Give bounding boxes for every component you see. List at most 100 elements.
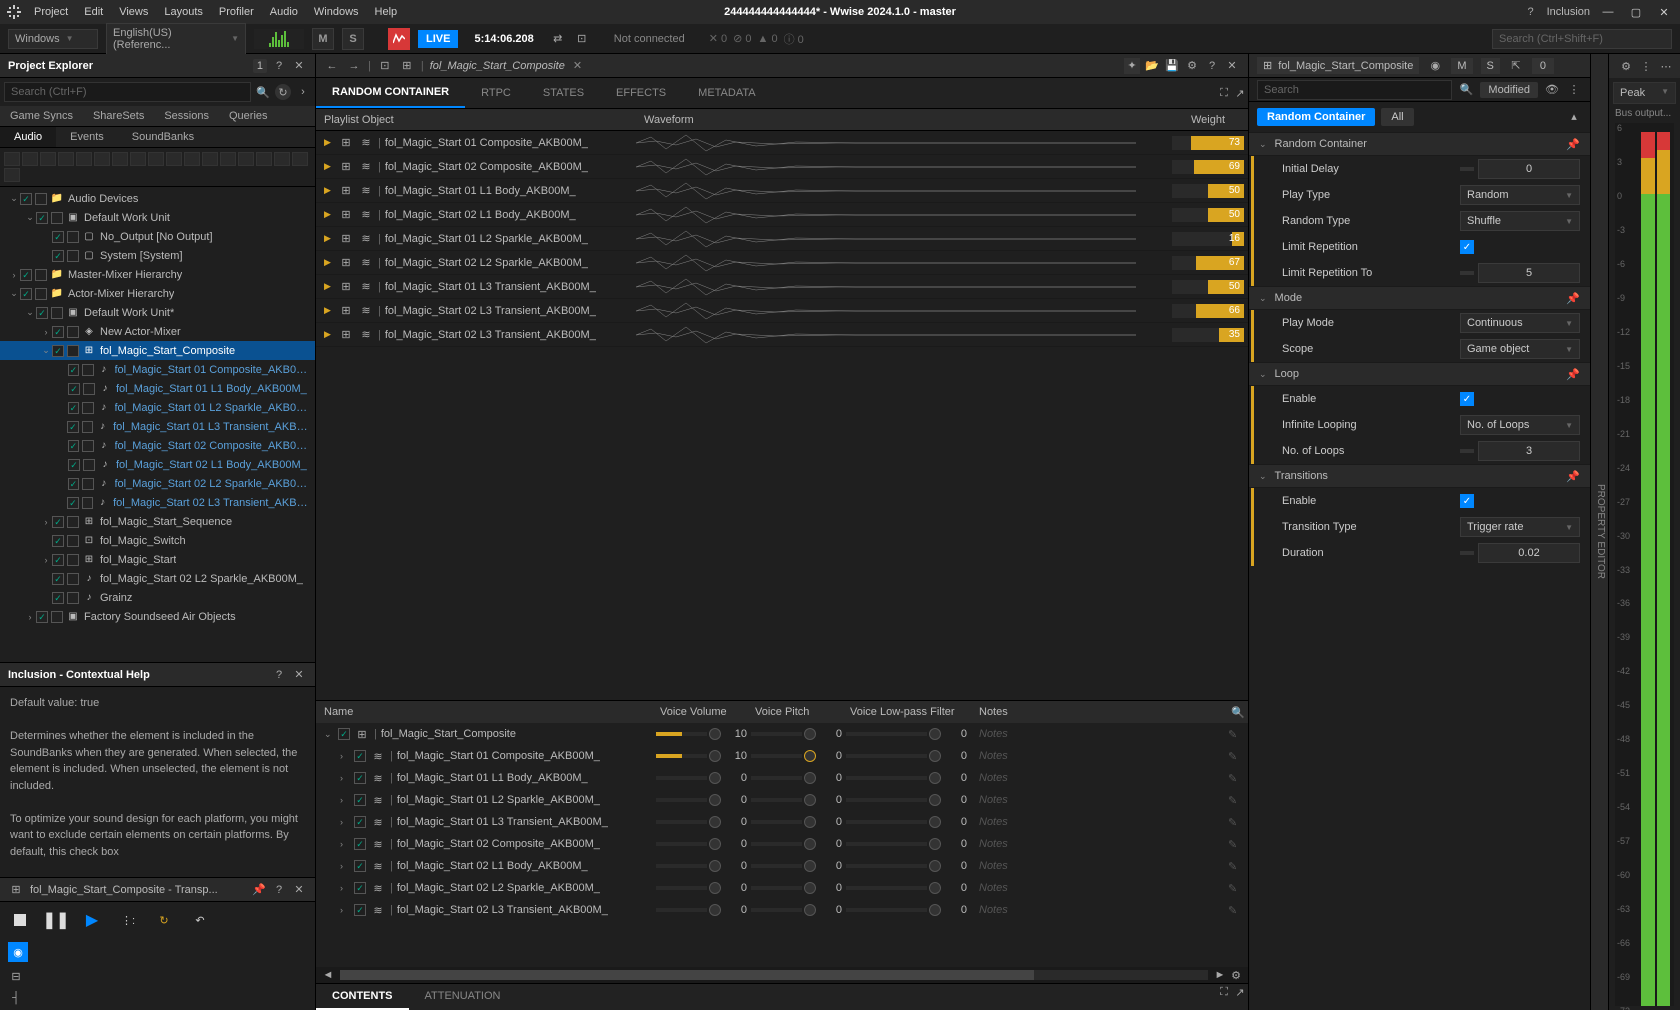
pin-icon[interactable]: 📌 [1566,292,1580,305]
secondary-checkbox[interactable] [82,402,94,414]
edit-icon[interactable]: ✎ [1228,728,1248,741]
inclusion-checkbox[interactable] [52,326,64,338]
prop-value[interactable]: 0.02 [1478,543,1580,563]
contents-row[interactable]: ›✓≋|fol_Magic_Start 01 L2 Sparkle_AKB00M… [316,789,1248,811]
inclusion-checkbox[interactable] [52,231,64,243]
property-editor-vtab[interactable]: PROPERTY EDITOR [1590,54,1608,1010]
secondary-checkbox[interactable] [35,269,47,281]
inclusion-checkbox[interactable] [52,516,64,528]
foot-tab-attenuation[interactable]: ATTENUATION [409,984,517,1010]
category-all[interactable]: All [1381,108,1413,126]
pitch-knob[interactable] [804,750,816,762]
inclusion-checkbox[interactable]: ✓ [354,772,366,784]
tree-row[interactable]: ⌄▣Default Work Unit [0,208,315,227]
tab-game-syncs[interactable]: Game Syncs [0,106,83,126]
collapse-icon[interactable]: ▴ [1566,108,1582,124]
mute-button[interactable]: M [312,28,334,50]
pitch-value[interactable]: 0 [818,816,846,828]
tree-row[interactable]: ♪fol_Magic_Start 02 L1 Body_AKB00M_ [0,455,315,474]
lowpass-knob[interactable] [929,904,941,916]
inclusion-checkbox[interactable] [68,459,80,471]
inclusion-checkbox[interactable] [52,345,64,357]
states-icon[interactable]: ⊟ [8,968,24,984]
save-icon[interactable]: 💾 [1164,58,1180,74]
pin-icon[interactable]: 📌 [1566,368,1580,381]
secondary-checkbox[interactable] [51,611,63,623]
category-random-container[interactable]: Random Container [1257,108,1375,126]
gear-icon[interactable]: ⚙ [1228,967,1244,983]
prop-select[interactable]: No. of Loops▼ [1460,415,1580,435]
prop-section-header[interactable]: ⌄Random Container📌 [1249,132,1590,156]
menu-audio[interactable]: Audio [262,3,306,21]
secondary-checkbox[interactable] [83,459,95,471]
secondary-checkbox[interactable] [67,573,79,585]
hierarchy-icon[interactable]: ⊡ [377,58,393,74]
help-icon[interactable]: ? [271,667,287,683]
edit-icon[interactable]: ✎ [1228,750,1248,763]
contents-row[interactable]: ›✓≋|fol_Magic_Start 01 L3 Transient_AKB0… [316,811,1248,833]
twisty-icon[interactable]: › [340,773,350,783]
menu-windows[interactable]: Windows [306,3,367,21]
edit-icon[interactable]: ✎ [1228,882,1248,895]
h-scrollbar[interactable] [340,970,1208,980]
lowpass-knob[interactable] [929,794,941,806]
prop-checkbox[interactable]: ✓ [1460,240,1474,254]
volume-value[interactable]: 0 [723,816,751,828]
settings-icon[interactable]: ⚙ [1184,58,1200,74]
twisty-icon[interactable]: › [340,861,350,871]
language-combo[interactable]: English(US) (Referenc...▼ [106,23,246,55]
rtpc-icon[interactable]: ┤ [8,990,24,1006]
contents-row[interactable]: ›✓≋|fol_Magic_Start 02 L1 Body_AKB00M_ 0… [316,855,1248,877]
pitch-value[interactable]: 0 [818,750,846,762]
edit-icon[interactable]: ✎ [1228,772,1248,785]
playlist-row[interactable]: ▶⊞≋|fol_Magic_Start 01 Composite_AKB00M_… [316,131,1248,155]
tree-row[interactable]: ♪fol_Magic_Start 01 L1 Body_AKB00M_ [0,379,315,398]
tree-row[interactable]: ♪Grainz [0,588,315,607]
forward-icon[interactable]: → [346,58,362,74]
lowpass-value[interactable]: 0 [943,838,971,850]
lowpass-knob[interactable] [929,750,941,762]
lowpass-value[interactable]: 0 [943,750,971,762]
prop-slider[interactable] [1460,551,1474,555]
tree-row[interactable]: ⌄📁Actor-Mixer Hierarchy [0,284,315,303]
volume-value[interactable]: 10 [723,750,751,762]
notes-cell[interactable]: Notes [971,860,1228,872]
secondary-checkbox[interactable] [67,516,79,528]
notes-cell[interactable]: Notes [971,838,1228,850]
menu-help[interactable]: Help [367,3,406,21]
twisty-icon[interactable]: ⌄ [8,193,20,204]
prop-slider[interactable] [1460,271,1474,275]
pin-icon[interactable]: 📌 [251,882,267,898]
weight-value[interactable]: 50 [1229,280,1240,294]
inclusion-checkbox[interactable] [20,193,32,205]
prop-select[interactable]: Random▼ [1460,185,1580,205]
col-waveform[interactable]: Waveform [636,114,1168,126]
lowpass-knob[interactable] [929,772,941,784]
prop-value[interactable]: 0 [1478,159,1580,179]
secondary-checkbox[interactable] [82,497,93,509]
secondary-checkbox[interactable] [82,364,94,376]
prop-section-header[interactable]: ⌄Loop📌 [1249,362,1590,386]
prop-select[interactable]: Continuous▼ [1460,313,1580,333]
help-icon[interactable]: ? [1204,58,1220,74]
editor-tab-rtpc[interactable]: RTPC [465,79,527,107]
volume-value[interactable]: 0 [723,772,751,784]
prop-value[interactable]: 5 [1478,263,1580,283]
pitch-value[interactable]: 0 [818,794,846,806]
playlist-row[interactable]: ▶⊞≋|fol_Magic_Start 02 L3 Transient_AKB0… [316,323,1248,347]
inclusion-checkbox[interactable] [68,440,80,452]
tab-queries[interactable]: Queries [219,106,278,126]
twisty-icon[interactable]: ⌄ [8,288,20,299]
contents-row[interactable]: ›✓≋|fol_Magic_Start 01 Composite_AKB00M_… [316,745,1248,767]
edit-icon[interactable]: ✎ [1228,838,1248,851]
secondary-checkbox[interactable] [67,345,79,357]
playlist-row[interactable]: ▶⊞≋|fol_Magic_Start 01 L3 Transient_AKB0… [316,275,1248,299]
popout-icon[interactable]: ↗ [1232,85,1248,101]
close-icon[interactable]: ✕ [1224,58,1240,74]
editor-tab-effects[interactable]: EFFECTS [600,79,682,107]
pause-button[interactable]: ❚❚ [44,908,68,932]
capture-button[interactable] [388,28,410,50]
notes-cell[interactable]: Notes [971,816,1228,828]
weight-value[interactable]: 69 [1229,160,1240,174]
contents-row[interactable]: ›✓≋|fol_Magic_Start 02 L2 Sparkle_AKB00M… [316,877,1248,899]
